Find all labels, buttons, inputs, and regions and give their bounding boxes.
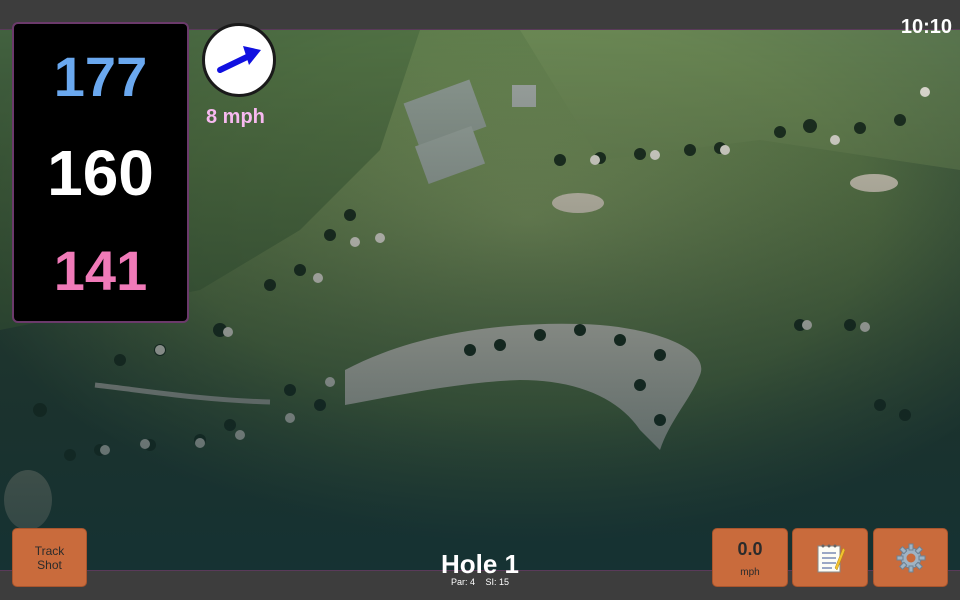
notes-button[interactable] bbox=[792, 528, 868, 587]
speed-unit: mph bbox=[740, 567, 760, 578]
wind-speed: 8 mph bbox=[206, 106, 265, 128]
hole-stroke-index: SI: 15 bbox=[485, 577, 510, 587]
speed-readout-button[interactable]: 0.0 mph bbox=[712, 528, 788, 587]
middle-distance: 160 bbox=[47, 137, 154, 209]
hole-par: Par: 4 bbox=[450, 577, 475, 587]
back-distance: 177 bbox=[53, 45, 148, 108]
track-shot-button[interactable]: Track Shot bbox=[12, 528, 87, 587]
hole-meta: Par: 4 SI: 15 bbox=[380, 577, 580, 587]
front-distance: 141 bbox=[53, 239, 148, 302]
status-clock: 10:10 bbox=[900, 16, 952, 38]
gear-icon bbox=[896, 543, 925, 572]
track-shot-label-line1: Track bbox=[34, 543, 65, 558]
notepad-icon bbox=[817, 544, 845, 572]
track-shot-label-line2: Shot bbox=[37, 557, 62, 572]
speed-value: 0.0 bbox=[737, 539, 763, 559]
settings-button[interactable] bbox=[873, 528, 948, 587]
wind-arrow-icon bbox=[217, 46, 261, 73]
wind-indicator bbox=[202, 23, 276, 97]
distance-panel: 177 160 141 bbox=[12, 22, 189, 323]
hole-title: Hole 1 bbox=[440, 549, 520, 579]
